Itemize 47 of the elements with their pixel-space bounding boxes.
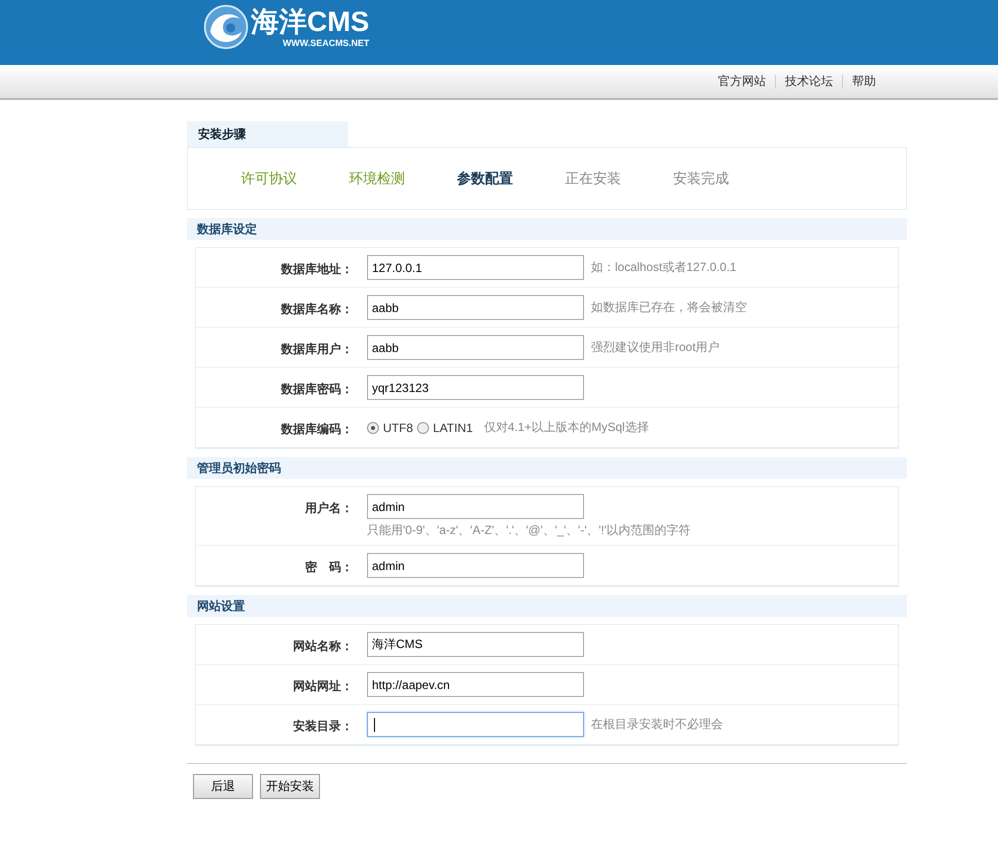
button[interactable]: 开始安装 (260, 774, 320, 799)
logo-title: 海洋CMS (251, 6, 370, 38)
step-label: 许可协议 (241, 170, 297, 188)
field-label: 数据库用户： (280, 341, 353, 358)
input-field[interactable]: 127.0.0.1 (367, 255, 584, 280)
nav-link[interactable]: 技术论坛 (776, 73, 842, 90)
radio-label: LATIN1 (433, 420, 473, 434)
radio-label: UTF8 (383, 420, 413, 434)
field-label: 数据库编码： (280, 421, 353, 438)
field-label: 数据库地址： (280, 261, 353, 278)
radio-button[interactable] (367, 422, 379, 434)
input-field[interactable]: http://aapev.cn (367, 672, 584, 697)
nav-link[interactable]: 帮助 (843, 73, 885, 90)
section-title: 网站设置 (197, 598, 245, 614)
wave-logo-icon (203, 4, 249, 50)
field-label: 密 码： (304, 559, 353, 576)
input-field[interactable] (367, 712, 584, 737)
steps-title: 安装步骤 (187, 121, 348, 147)
field-label: 数据库密码： (280, 381, 353, 398)
text-cursor (374, 718, 375, 732)
input-field[interactable]: admin (367, 553, 584, 578)
step-label: 安装完成 (673, 170, 729, 188)
step-label: 正在安装 (565, 170, 621, 188)
field-label: 安装目录： (292, 718, 353, 735)
hint-text: 仅对4.1+以上版本的MySql选择 (484, 419, 649, 436)
radio-button[interactable] (417, 422, 429, 434)
nav-link[interactable]: 官方网站 (709, 73, 775, 90)
input-field[interactable]: yqr123123 (367, 375, 584, 400)
hint-text: 强烈建议使用非root用户 (591, 339, 720, 356)
hint-text: 如：localhost或者127.0.0.1 (591, 259, 736, 276)
field-label: 网站网址： (292, 678, 353, 695)
input-field[interactable]: aabb (367, 335, 584, 360)
input-field[interactable]: admin (367, 494, 584, 519)
button[interactable]: 后退 (193, 774, 253, 799)
step-label: 环境检测 (349, 170, 405, 188)
input-field[interactable]: aabb (367, 295, 584, 320)
logo-subtitle: WWW.SEACMS.NET (282, 38, 370, 48)
section-title: 管理员初始密码 (197, 460, 281, 476)
field-label: 网站名称： (292, 638, 353, 655)
step-label: 参数配置 (457, 170, 513, 188)
hint-text: 在根目录安装时不必理会 (591, 716, 723, 733)
hint-text: 如数据库已存在，将会被清空 (591, 299, 747, 316)
hint-text: 只能用'0-9'、'a-z'、'A-Z'、'.'、'@'、'_'、'-'、'!'以内范围的字符 (367, 522, 691, 539)
section-title: 数据库设定 (197, 220, 257, 238)
field-label: 数据库名称： (280, 301, 353, 318)
input-field[interactable]: 海洋CMS (367, 632, 584, 657)
field-label: 用户名： (304, 500, 353, 517)
